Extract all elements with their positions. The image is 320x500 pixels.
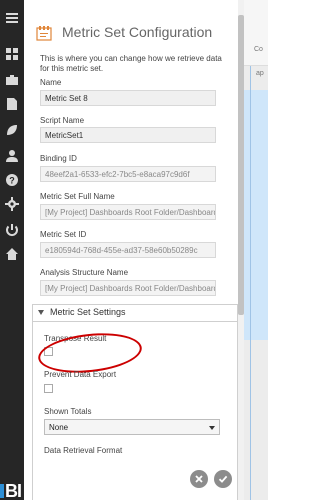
full-name-field: [My Project] Dashboards Root Folder/Dash… xyxy=(40,204,216,220)
dialog-title: Metric Set Configuration xyxy=(62,24,213,40)
help-icon[interactable]: ? xyxy=(4,172,20,188)
leaf-icon[interactable] xyxy=(4,122,20,138)
cancel-button[interactable] xyxy=(190,470,208,488)
svg-text:?: ? xyxy=(9,176,15,186)
settings-icon[interactable] xyxy=(4,196,20,212)
collapse-triangle-icon[interactable] xyxy=(38,310,44,315)
script-name-field[interactable]: MetricSet1 xyxy=(40,127,216,143)
analysis-structure-field: [My Project] Dashboards Root Folder/Dash… xyxy=(40,280,216,296)
name-field[interactable]: Metric Set 8 xyxy=(40,90,216,106)
metric-set-icon xyxy=(36,26,52,41)
check-icon xyxy=(218,475,228,483)
script-name-label: Script Name xyxy=(40,116,85,125)
document-icon[interactable] xyxy=(4,96,20,112)
background-text-top: Co xyxy=(254,46,263,53)
dashboard-icon[interactable] xyxy=(4,46,20,62)
metric-set-id-field: e180594d-768d-455e-ad37-58e60b50289c xyxy=(40,242,216,258)
dialog-intro: This is where you can change how we retr… xyxy=(40,54,222,73)
power-icon[interactable] xyxy=(4,222,20,238)
prevent-export-checkbox[interactable] xyxy=(44,384,53,393)
prevent-export-label: Prevent Data Export xyxy=(44,370,117,379)
settings-section-title: Metric Set Settings xyxy=(50,307,126,317)
close-icon xyxy=(195,475,203,483)
chevron-down-icon xyxy=(209,426,215,430)
background-toolbar xyxy=(244,0,268,66)
settings-section-header[interactable]: Metric Set Settings xyxy=(32,304,238,322)
background-divider xyxy=(250,66,251,500)
background-blue-area xyxy=(244,90,268,340)
background-text-mid: ap xyxy=(256,70,264,77)
binding-id-label: Binding ID xyxy=(40,154,77,163)
shown-totals-label: Shown Totals xyxy=(44,407,92,416)
confirm-button[interactable] xyxy=(214,470,232,488)
logo-bar xyxy=(0,484,4,498)
shown-totals-value: None xyxy=(49,423,69,432)
home-icon[interactable] xyxy=(4,246,20,262)
briefcase-icon[interactable] xyxy=(4,72,20,88)
logo-text: BI xyxy=(5,481,22,500)
data-retrieval-label: Data Retrieval Format xyxy=(44,446,123,455)
user-icon[interactable] xyxy=(4,148,20,164)
app-logo: BI xyxy=(0,478,24,500)
full-name-label: Metric Set Full Name xyxy=(40,192,115,201)
name-label: Name xyxy=(40,78,62,87)
dialog-header: Metric Set Configuration xyxy=(32,20,237,44)
binding-id-field: 48eef2a1-6533-efc2-7bc5-e8aca97c9d6f xyxy=(40,166,216,182)
menu-icon[interactable] xyxy=(4,10,20,26)
shown-totals-select[interactable]: None xyxy=(44,419,220,435)
left-nav: ? BI xyxy=(0,0,24,500)
analysis-structure-label: Analysis Structure Name xyxy=(40,268,129,277)
metric-set-id-label: Metric Set ID xyxy=(40,230,87,239)
